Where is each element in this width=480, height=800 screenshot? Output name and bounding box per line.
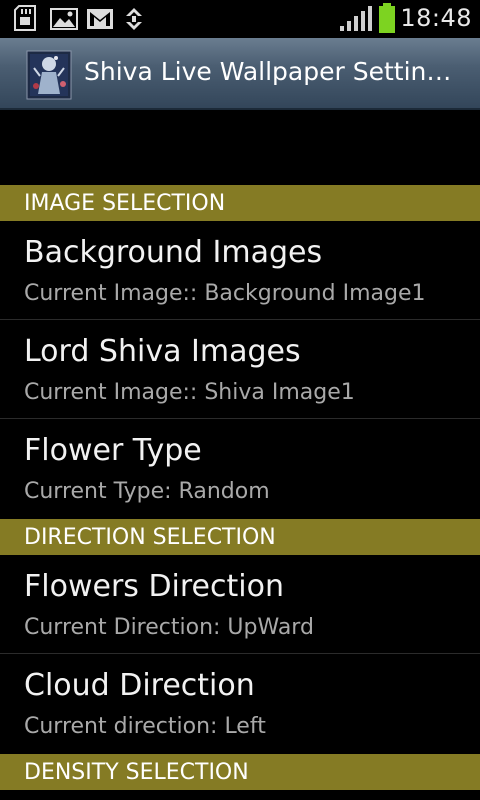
category-density-selection: DENSITY SELECTION: [0, 754, 480, 790]
pref-title: Background Images: [24, 235, 323, 270]
pref-title: Flower Type: [24, 433, 202, 468]
image-icon: [50, 8, 78, 30]
battery-icon: [379, 3, 395, 33]
usb-icon: [126, 8, 142, 30]
pref-summary: Current Image:: Background Image1: [24, 281, 426, 306]
status-bar: 18:48: [0, 0, 480, 38]
app-icon: [26, 50, 72, 100]
title-bar: Shiva Live Wallpaper Settin…: [0, 38, 480, 110]
pref-flowers-direction[interactable]: Flowers Direction Current Direction: UpW…: [0, 555, 480, 654]
gmail-icon: [87, 9, 113, 29]
pref-summary: Current Image:: Shiva Image1: [24, 380, 355, 405]
pref-summary: Current Type: Random: [24, 479, 270, 504]
app-title: Shiva Live Wallpaper Settin…: [84, 57, 452, 86]
pref-flower-type[interactable]: Flower Type Current Type: Random: [0, 419, 480, 518]
signal-icon: [340, 6, 372, 31]
pref-lord-shiva-images[interactable]: Lord Shiva Images Current Image:: Shiva …: [0, 320, 480, 419]
pref-cloud-direction[interactable]: Cloud Direction Current direction: Left: [0, 654, 480, 753]
pref-title: Lord Shiva Images: [24, 334, 301, 369]
pref-summary: Current Direction: UpWard: [24, 615, 314, 640]
pref-title: Flowers Direction: [24, 569, 284, 604]
category-image-selection: IMAGE SELECTION: [0, 185, 480, 221]
sd-card-icon: [14, 5, 36, 31]
pref-summary: Current direction: Left: [24, 714, 266, 739]
screen: 18:48 Shiva Live Wallpaper Settin… IMAGE…: [0, 0, 480, 800]
status-time: 18:48: [400, 4, 472, 32]
pref-background-images[interactable]: Background Images Current Image:: Backgr…: [0, 221, 480, 320]
category-direction-selection: DIRECTION SELECTION: [0, 519, 480, 555]
pref-title: Cloud Direction: [24, 668, 255, 703]
